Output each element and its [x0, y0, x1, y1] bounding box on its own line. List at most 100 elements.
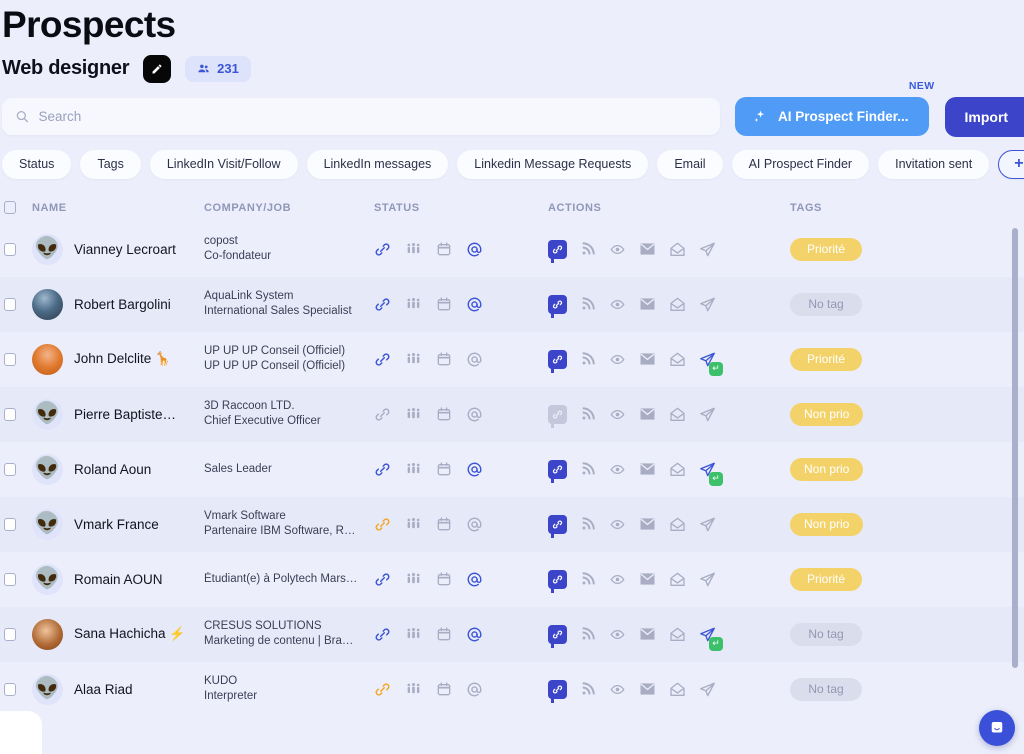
action-mail-icon[interactable] — [639, 407, 656, 421]
filter-chip-linkedin-visit[interactable]: LinkedIn Visit/Follow — [149, 149, 298, 179]
tag-badge[interactable]: Non prio — [790, 402, 864, 426]
action-mail-icon[interactable] — [639, 517, 656, 531]
status-at-icon[interactable] — [466, 571, 483, 588]
action-open-mail-icon[interactable] — [669, 627, 686, 642]
action-mail-icon[interactable] — [639, 242, 656, 256]
action-send-icon[interactable]: ↵ — [699, 461, 723, 486]
table-row[interactable]: 👽 Alaa Riad KUDO Interpreter No tag — [0, 662, 1024, 717]
status-link-icon[interactable] — [374, 626, 391, 643]
search-input[interactable] — [38, 109, 707, 125]
status-group-icon[interactable] — [405, 351, 422, 367]
chat-support-button[interactable] — [979, 710, 1015, 746]
action-send-icon[interactable] — [699, 241, 716, 258]
action-mail-icon[interactable] — [639, 352, 656, 366]
action-open-mail-icon[interactable] — [669, 572, 686, 587]
status-at-icon[interactable] — [466, 626, 483, 643]
status-link-icon[interactable] — [374, 516, 391, 533]
action-rss-icon[interactable] — [580, 571, 596, 587]
table-row[interactable]: Sana Hachicha ⚡ CRESUS SOLUTIONS Marketi… — [0, 606, 1024, 662]
status-at-icon[interactable] — [466, 516, 483, 533]
status-link-icon[interactable] — [374, 241, 391, 258]
row-checkbox[interactable] — [4, 682, 16, 696]
tag-badge[interactable]: Priorité — [790, 237, 862, 261]
linkedin-link-badge[interactable] — [548, 239, 567, 263]
action-view-icon[interactable] — [609, 462, 626, 477]
more-filters-button[interactable]: + More filters — [998, 149, 1024, 179]
filter-chip-ai-prospect-finder[interactable]: AI Prospect Finder — [731, 149, 870, 179]
linkedin-link-badge[interactable] — [548, 679, 567, 703]
action-view-icon[interactable] — [609, 627, 626, 642]
status-calendar-icon[interactable] — [436, 351, 452, 367]
table-row[interactable]: 👽 Roland Aoun Sales Leader ↵ Non prio — [0, 442, 1024, 497]
action-open-mail-icon[interactable] — [669, 242, 686, 257]
status-calendar-icon[interactable] — [436, 626, 452, 642]
status-calendar-icon[interactable] — [436, 406, 452, 422]
name-cell[interactable]: 👽 Romain AOUN — [32, 563, 204, 595]
filter-chip-linkedin-messages[interactable]: LinkedIn messages — [306, 149, 449, 179]
status-link-icon[interactable] — [374, 351, 391, 368]
name-cell[interactable]: 👽 Vmark France — [32, 508, 204, 540]
name-cell[interactable]: 👽 Vianney Lecroart — [32, 233, 204, 265]
status-calendar-icon[interactable] — [436, 571, 452, 587]
status-at-icon[interactable] — [466, 351, 483, 368]
action-rss-icon[interactable] — [580, 516, 596, 532]
row-select-cell[interactable] — [4, 242, 32, 256]
action-open-mail-icon[interactable] — [669, 297, 686, 312]
row-checkbox[interactable] — [4, 462, 16, 476]
select-all-checkbox[interactable] — [4, 201, 16, 215]
action-rss-icon[interactable] — [580, 406, 596, 422]
linkedin-link-badge[interactable] — [548, 459, 567, 483]
status-group-icon[interactable] — [405, 571, 422, 587]
action-view-icon[interactable] — [609, 352, 626, 367]
action-rss-icon[interactable] — [580, 296, 596, 312]
action-send-icon[interactable] — [699, 296, 716, 313]
status-group-icon[interactable] — [405, 461, 422, 477]
action-open-mail-icon[interactable] — [669, 517, 686, 532]
status-at-icon[interactable] — [466, 681, 483, 698]
status-link-icon[interactable] — [374, 461, 391, 478]
status-link-icon[interactable] — [374, 681, 391, 698]
name-cell[interactable]: 👽 Pierre Baptiste… — [32, 398, 204, 430]
tag-badge[interactable]: No tag — [790, 292, 862, 316]
name-cell[interactable]: 👽 Alaa Riad — [32, 673, 204, 705]
status-at-icon[interactable] — [466, 406, 483, 423]
status-group-icon[interactable] — [405, 626, 422, 642]
status-link-icon[interactable] — [374, 406, 391, 423]
row-checkbox[interactable] — [4, 517, 16, 531]
status-at-icon[interactable] — [466, 241, 483, 258]
row-select-cell[interactable] — [4, 572, 32, 586]
action-send-icon[interactable]: ↵ — [699, 626, 723, 651]
row-select-cell[interactable] — [4, 297, 32, 311]
name-cell[interactable]: 👽 Roland Aoun — [32, 453, 204, 485]
row-checkbox[interactable] — [4, 572, 16, 586]
action-open-mail-icon[interactable] — [669, 407, 686, 422]
linkedin-link-badge[interactable] — [548, 349, 567, 373]
search-box[interactable] — [2, 98, 720, 136]
table-row[interactable]: John Delclite 🦒 UP UP UP Conseil (Offici… — [0, 332, 1024, 387]
status-calendar-icon[interactable] — [436, 296, 452, 312]
action-view-icon[interactable] — [609, 297, 626, 312]
table-row[interactable]: 👽 Vmark France Vmark Software Partenaire… — [0, 496, 1024, 552]
action-mail-icon[interactable] — [639, 682, 656, 696]
status-calendar-icon[interactable] — [436, 241, 452, 257]
row-checkbox[interactable] — [4, 627, 16, 641]
row-select-cell[interactable] — [4, 407, 32, 421]
vertical-scrollbar[interactable] — [1012, 228, 1018, 668]
row-select-cell[interactable] — [4, 627, 32, 641]
table-row[interactable]: Robert Bargolini AquaLink System Interna… — [0, 276, 1024, 332]
status-group-icon[interactable] — [405, 296, 422, 312]
table-row[interactable]: 👽 Pierre Baptiste… 3D Raccoon LTD. Chief… — [0, 386, 1024, 442]
tag-badge[interactable]: No tag — [790, 677, 862, 701]
status-at-icon[interactable] — [466, 461, 483, 478]
action-view-icon[interactable] — [609, 242, 626, 257]
name-cell[interactable]: Robert Bargolini — [32, 288, 204, 320]
tag-badge[interactable]: Non prio — [790, 512, 864, 536]
action-mail-icon[interactable] — [639, 572, 656, 586]
action-rss-icon[interactable] — [580, 351, 596, 367]
ai-prospect-finder-button[interactable]: NEW AI Prospect Finder... — [735, 80, 934, 137]
status-at-icon[interactable] — [466, 296, 483, 313]
edit-campaign-button[interactable] — [143, 54, 172, 83]
tag-badge[interactable]: Priorité — [790, 567, 862, 591]
table-row[interactable]: 👽 Vianney Lecroart copost Co-fondateur P… — [0, 222, 1024, 277]
action-rss-icon[interactable] — [580, 681, 596, 697]
